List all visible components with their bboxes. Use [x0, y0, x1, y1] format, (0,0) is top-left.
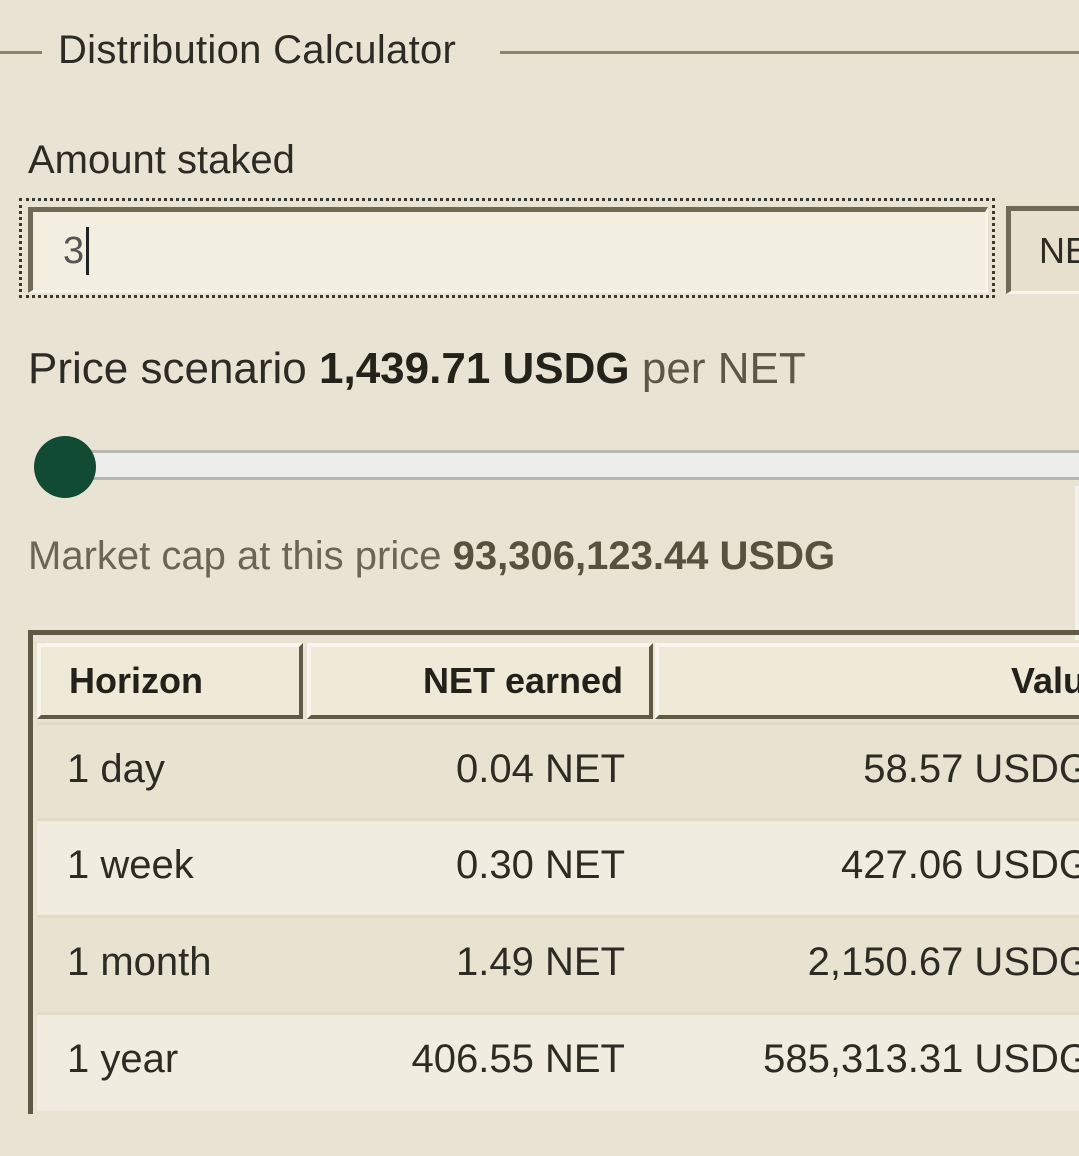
table-row: 1 day 0.04 NET 58.57 USDG [37, 722, 1079, 821]
price-scenario-value: 1,439.71 USDG [319, 344, 630, 393]
fieldset-border-left [0, 51, 42, 54]
header-net-earned[interactable]: NET earned [307, 643, 653, 719]
cell-value: 2,150.67 USDG [807, 940, 1079, 984]
price-slider-thumb[interactable] [34, 436, 96, 498]
distribution-calculator: Distribution Calculator Amount staked 3 … [0, 0, 1079, 1156]
header-value-label: Value [1011, 660, 1079, 701]
table-row: 1 year 406.55 NET 585,313.31 USDG [37, 1012, 1079, 1111]
table-row: 1 month 1.49 NET 2,150.67 USDG [37, 915, 1079, 1014]
scrollbar[interactable] [1075, 486, 1079, 640]
price-scenario-suffix: per NET [641, 344, 806, 393]
price-scenario-prefix: Price scenario [28, 344, 307, 393]
cell-net-earned: 0.30 NET [456, 843, 625, 887]
fieldset-border-right [500, 51, 1079, 54]
price-slider-track[interactable] [64, 450, 1079, 480]
cell-net-earned: 0.04 NET [456, 747, 625, 791]
distribution-table: Horizon NET earned Value 1 day 0.04 NET … [28, 630, 1079, 1114]
amount-staked-label: Amount staked [28, 138, 295, 182]
header-net-earned-label: NET earned [422, 660, 623, 701]
text-caret [86, 227, 90, 275]
cell-net-earned: 406.55 NET [411, 1037, 625, 1081]
header-value[interactable]: Value [655, 643, 1079, 719]
amount-staked-input[interactable]: 3 [28, 207, 988, 293]
unit-select-button[interactable]: NET [1006, 206, 1079, 294]
cell-value: 427.06 USDG [840, 843, 1079, 887]
cell-horizon: 1 week [67, 843, 194, 887]
cell-horizon: 1 month [67, 940, 212, 984]
amount-staked-value: 3 [63, 229, 85, 272]
header-horizon[interactable]: Horizon [37, 643, 303, 719]
price-scenario: Price scenario 1,439.71 USDG per NET [28, 344, 806, 394]
table-row: 1 week 0.30 NET 427.06 USDG [37, 818, 1079, 917]
header-horizon-label: Horizon [69, 660, 203, 701]
market-cap-value: 93,306,123.44 USDG [452, 534, 836, 578]
unit-select-label: NET [1039, 230, 1079, 271]
cell-value: 58.57 USDG [863, 747, 1079, 791]
cell-horizon: 1 day [67, 747, 165, 791]
market-cap-prefix: Market cap at this price [28, 534, 442, 578]
cell-net-earned: 1.49 NET [456, 940, 625, 984]
cell-value: 585,313.31 USDG [763, 1037, 1079, 1081]
fieldset-legend: Distribution Calculator [58, 28, 457, 72]
market-cap: Market cap at this price 93,306,123.44 U… [28, 534, 835, 579]
cell-horizon: 1 year [67, 1037, 179, 1081]
